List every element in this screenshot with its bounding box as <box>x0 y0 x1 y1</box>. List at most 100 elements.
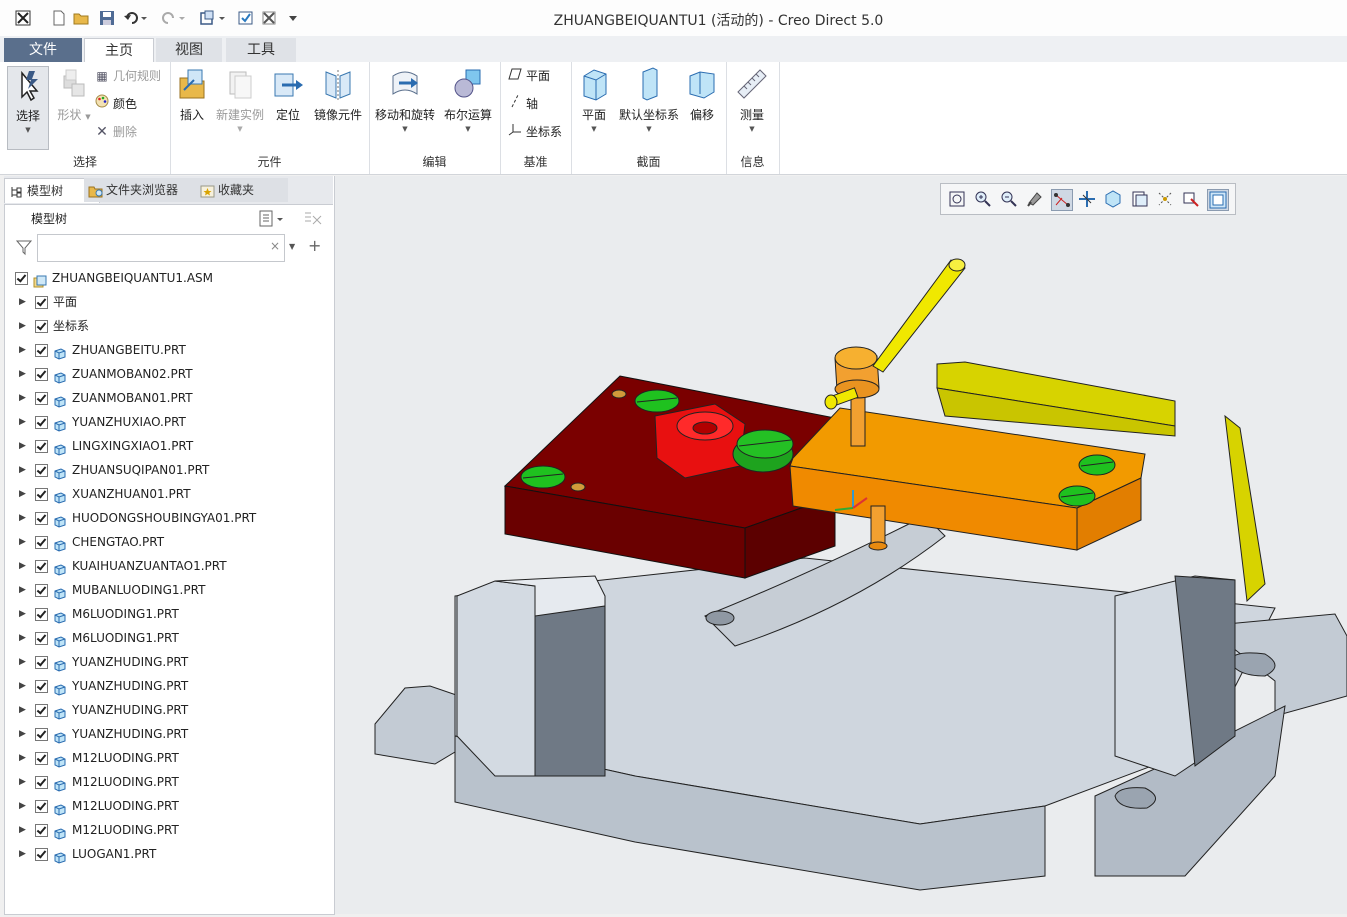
expand-arrow-icon[interactable]: ▶ <box>19 338 26 362</box>
datum-csys-button[interactable]: 坐标系 <box>507 122 562 142</box>
expand-arrow-icon[interactable]: ▶ <box>19 554 26 578</box>
tree-item-row[interactable]: ▶ ZUANMOBAN02.PRT <box>5 362 334 386</box>
expand-arrow-icon[interactable]: ▶ <box>19 674 26 698</box>
tree-item-checkbox[interactable] <box>35 848 48 861</box>
tree-item-checkbox[interactable] <box>35 512 48 525</box>
offset-button[interactable]: 偏移 <box>676 66 728 123</box>
tab-file[interactable]: 文件 <box>4 38 82 62</box>
repaint-icon[interactable] <box>1025 189 1045 209</box>
tree-item-row[interactable]: ▶ MUBANLUODING1.PRT <box>5 578 334 602</box>
tree-item-checkbox[interactable] <box>35 584 48 597</box>
tree-item-checkbox[interactable] <box>35 440 48 453</box>
tree-item-row[interactable]: ▶ LUOGAN1.PRT <box>5 842 334 866</box>
expand-arrow-icon[interactable]: ▶ <box>19 626 26 650</box>
tree-item-row[interactable]: ▶ M6LUODING1.PRT <box>5 602 334 626</box>
expand-arrow-icon[interactable]: ▶ <box>19 722 26 746</box>
expand-arrow-icon[interactable]: ▶ <box>19 530 26 554</box>
expand-arrow-icon[interactable]: ▶ <box>19 650 26 674</box>
tree-item-row[interactable]: ▶ 平面 <box>5 290 334 314</box>
tree-item-row[interactable]: ▶ YUANZHUDING.PRT <box>5 650 334 674</box>
tab-tools[interactable]: 工具 <box>226 38 296 62</box>
tree-item-row[interactable]: ▶ YUANZHUDING.PRT <box>5 698 334 722</box>
mirror-component-button[interactable]: 镜像元件 <box>310 66 366 123</box>
tree-item-row[interactable]: ▶ M6LUODING1.PRT <box>5 626 334 650</box>
expand-arrow-icon[interactable]: ▶ <box>19 818 26 842</box>
expand-arrow-icon[interactable]: ▶ <box>19 578 26 602</box>
tree-item-row[interactable]: ▶ CHENGTAO.PRT <box>5 530 334 554</box>
tree-filter-input[interactable]: × <box>37 234 285 262</box>
boolean-button[interactable]: 布尔运算 ▼ <box>439 66 497 133</box>
tree-item-row[interactable]: ▶ M12LUODING.PRT <box>5 818 334 842</box>
tree-item-row[interactable]: ▶ HUODONGSHOUBINGYA01.PRT <box>5 506 334 530</box>
expand-arrow-icon[interactable]: ▶ <box>19 410 26 434</box>
shape-button[interactable]: 形状 ▼ <box>48 66 100 123</box>
tree-item-checkbox[interactable] <box>35 536 48 549</box>
tree-item-row[interactable]: ▶ M12LUODING.PRT <box>5 746 334 770</box>
expand-arrow-icon[interactable]: ▶ <box>19 482 26 506</box>
move-rotate-button[interactable]: 移动和旋转 ▼ <box>373 66 437 133</box>
expand-arrow-icon[interactable]: ▶ <box>19 842 26 866</box>
spin-center-icon[interactable] <box>1077 189 1097 209</box>
expand-arrow-icon[interactable]: ▶ <box>19 386 26 410</box>
tree-item-checkbox[interactable] <box>35 344 48 357</box>
tree-item-checkbox[interactable] <box>35 800 48 813</box>
tree-item-row[interactable]: ▶ KUAIHUANZUANTAO1.PRT <box>5 554 334 578</box>
annotation-display-icon[interactable] <box>1155 189 1175 209</box>
zoom-in-icon[interactable] <box>973 189 993 209</box>
tree-item-checkbox[interactable] <box>35 464 48 477</box>
expand-arrow-icon[interactable]: ▶ <box>19 290 26 314</box>
color-button[interactable]: 颜色 <box>94 94 137 114</box>
graphics-viewport[interactable] <box>335 176 1347 914</box>
tree-item-checkbox[interactable] <box>35 824 48 837</box>
refit-icon[interactable] <box>947 189 967 209</box>
datum-plane-button[interactable]: 平面 <box>507 66 550 86</box>
tree-item-checkbox[interactable] <box>35 560 48 573</box>
tree-item-row[interactable]: ▶ ZHUANSUQIPAN01.PRT <box>5 458 334 482</box>
default-csys-button[interactable]: 默认坐标系 ▼ <box>617 66 681 133</box>
expand-arrow-icon[interactable]: ▶ <box>19 602 26 626</box>
tree-root-row[interactable]: ZHUANGBEIQUANTU1.ASM <box>5 266 334 290</box>
expand-arrow-icon[interactable]: ▶ <box>19 746 26 770</box>
tree-item-row[interactable]: ▶ XUANZHUAN01.PRT <box>5 482 334 506</box>
tree-item-row[interactable]: ▶ YUANZHUDING.PRT <box>5 722 334 746</box>
tree-root-checkbox[interactable] <box>15 272 28 285</box>
zoom-out-icon[interactable] <box>999 189 1019 209</box>
expand-arrow-icon[interactable]: ▶ <box>19 458 26 482</box>
measure-button[interactable]: 测量 ▼ <box>726 66 778 133</box>
tree-item-checkbox[interactable] <box>35 680 48 693</box>
expand-arrow-icon[interactable]: ▶ <box>19 362 26 386</box>
tree-item-row[interactable]: ▶ ZHUANGBEITU.PRT <box>5 338 334 362</box>
tree-settings-icon[interactable] <box>259 210 285 228</box>
select-button[interactable]: 选择 ▼ <box>7 66 49 150</box>
tree-item-checkbox[interactable] <box>35 368 48 381</box>
tree-item-row[interactable]: ▶ M12LUODING.PRT <box>5 794 334 818</box>
tree-item-checkbox[interactable] <box>35 296 48 309</box>
tree-item-row[interactable]: ▶ YUANZHUXIAO.PRT <box>5 410 334 434</box>
datum-axis-button[interactable]: 轴 <box>507 94 538 114</box>
section-plane-button[interactable]: 平面 ▼ <box>568 66 620 133</box>
tree-item-row[interactable]: ▶ 坐标系 <box>5 314 334 338</box>
view-manager-icon[interactable] <box>1207 189 1229 211</box>
tree-item-row[interactable]: ▶ YUANZHUDING.PRT <box>5 674 334 698</box>
tree-item-checkbox[interactable] <box>35 656 48 669</box>
tree-item-checkbox[interactable] <box>35 608 48 621</box>
locate-button[interactable]: 定位 <box>262 66 314 123</box>
tab-folder-browser[interactable]: 文件夹浏览器 <box>84 178 214 202</box>
expand-arrow-icon[interactable]: ▶ <box>19 794 26 818</box>
tree-item-checkbox[interactable] <box>35 416 48 429</box>
tab-home[interactable]: 主页 <box>84 38 154 63</box>
delete-button[interactable]: ✕ 删除 <box>94 122 137 142</box>
tree-item-checkbox[interactable] <box>35 752 48 765</box>
geometry-rules-button[interactable]: ▦ 几何规则 <box>94 66 161 86</box>
show-columns-icon[interactable] <box>303 210 323 228</box>
expand-arrow-icon[interactable]: ▶ <box>19 434 26 458</box>
filter-icon[interactable] <box>15 238 33 256</box>
tree-item-row[interactable]: ▶ ZUANMOBAN01.PRT <box>5 386 334 410</box>
tree-item-row[interactable]: ▶ M12LUODING.PRT <box>5 770 334 794</box>
expand-arrow-icon[interactable]: ▶ <box>19 770 26 794</box>
tree-item-row[interactable]: ▶ LINGXINGXIAO1.PRT <box>5 434 334 458</box>
display-style-icon[interactable] <box>1129 189 1149 209</box>
datum-display-icon[interactable] <box>1051 189 1073 211</box>
tab-favorites[interactable]: 收藏夹 <box>196 178 288 202</box>
tab-view[interactable]: 视图 <box>156 38 222 62</box>
